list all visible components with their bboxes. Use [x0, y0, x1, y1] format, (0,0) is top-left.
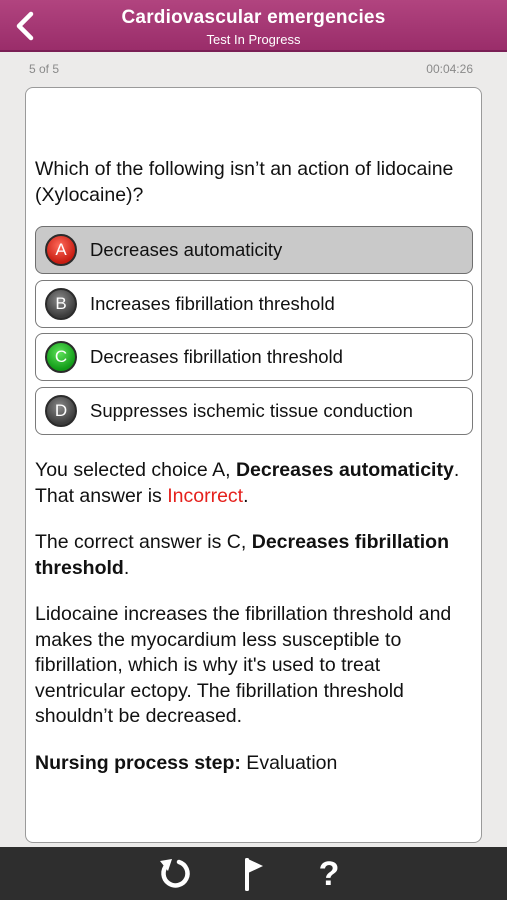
choice-a-label: Decreases automaticity [90, 239, 283, 260]
page-title: Cardiovascular emergencies [121, 7, 386, 28]
correct-prefix: The correct answer is C, [35, 531, 252, 553]
nursing-step: Nursing process step: Evaluation [35, 751, 475, 777]
back-button[interactable] [8, 8, 42, 44]
choice-c-badge: C [45, 341, 77, 373]
choice-d[interactable]: D Suppresses ischemic tissue conduction [35, 387, 473, 435]
rationale-text: Lidocaine increases the fibrillation thr… [35, 603, 452, 727]
nursing-step-label: Nursing process step: [35, 752, 241, 774]
reset-button[interactable] [155, 855, 195, 893]
correct-end: . [123, 556, 130, 579]
bottom-toolbar: ? [0, 847, 507, 900]
nursing-step-value: Evaluation [240, 752, 338, 774]
selected-feedback: You selected choice A, Decreases automat… [35, 458, 475, 509]
choice-c-label: Decreases fibrillation threshold [90, 346, 343, 367]
question-counter: 5 of 5 [29, 62, 60, 76]
page-subtitle: Test In Progress [206, 32, 301, 47]
choice-d-badge: D [45, 395, 77, 427]
flag-icon [245, 858, 263, 891]
choice-c[interactable]: C Decreases fibrillation threshold [35, 333, 473, 381]
question-text: Which of the following isn’t an action o… [35, 158, 454, 206]
help-icon: ? [318, 854, 340, 893]
choice-b-label: Increases fibrillation threshold [90, 293, 335, 314]
choice-b[interactable]: B Increases fibrillation threshold [35, 280, 473, 328]
timer: 00:04:26 [426, 62, 473, 76]
help-button[interactable]: ? [309, 855, 349, 893]
choice-a[interactable]: A Decreases automaticity [35, 226, 473, 274]
refresh-icon [160, 859, 190, 888]
correct-feedback: The correct answer is C, Decreases fibri… [35, 530, 475, 581]
header-bar: Cardiovascular emergencies Test In Progr… [0, 0, 507, 52]
selected-prefix: You selected choice A, [35, 459, 236, 481]
flag-button[interactable] [232, 855, 272, 893]
chevron-left-icon [16, 11, 34, 41]
selected-choice: Decreases automaticity [235, 459, 454, 481]
selected-end: . [243, 484, 249, 507]
choice-d-label: Suppresses ischemic tissue conduction [90, 400, 413, 421]
question-card: Which of the following isn’t an action o… [25, 87, 482, 843]
choice-a-badge: A [45, 234, 77, 266]
choice-b-badge: B [45, 288, 77, 320]
result-status: Incorrect [167, 484, 244, 507]
